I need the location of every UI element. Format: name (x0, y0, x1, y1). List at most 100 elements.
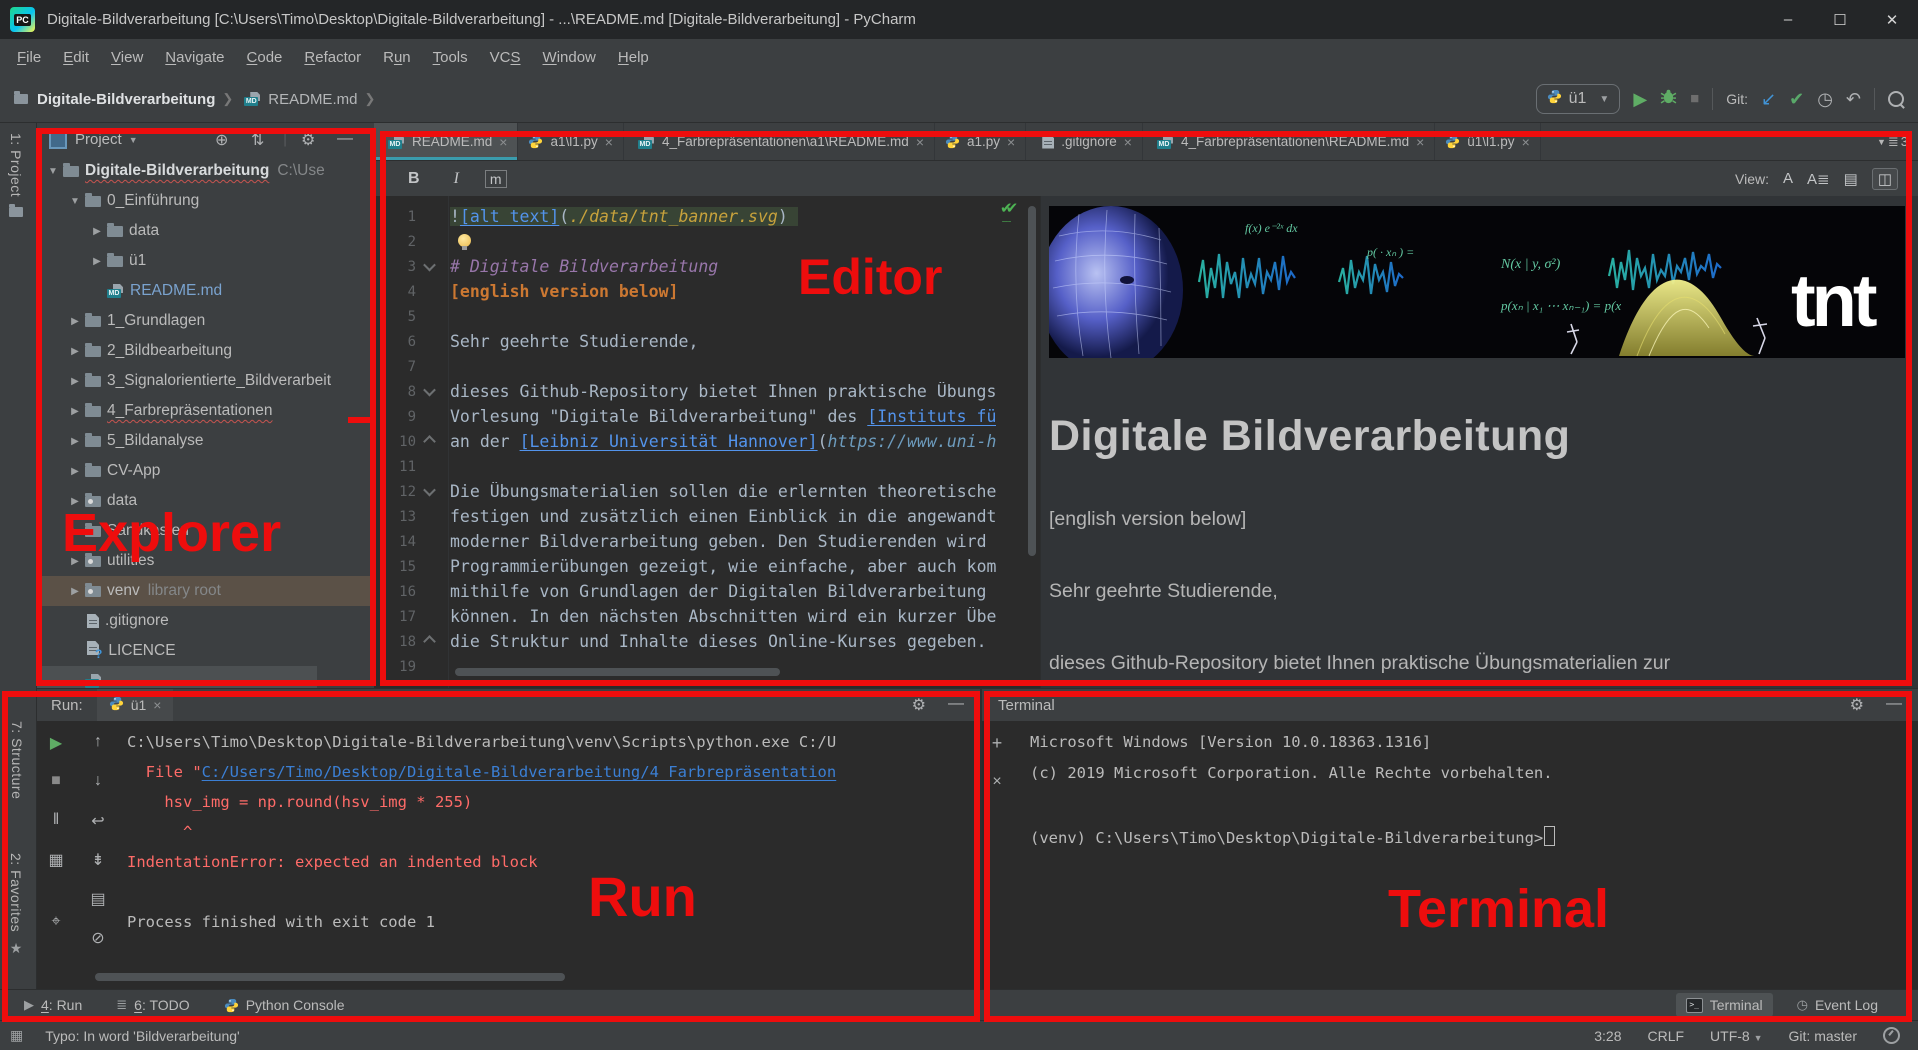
toolwindow-button-python-console[interactable]: Python Console (214, 993, 355, 1017)
console-horizontal-scrollbar[interactable] (95, 973, 565, 981)
view-editor-list-icon[interactable]: A≣ (1807, 170, 1830, 188)
close-icon[interactable]: × (1124, 134, 1132, 150)
breadcrumb-file[interactable]: README.md (268, 91, 357, 108)
intention-bulb-icon[interactable] (458, 234, 471, 247)
fold-marker[interactable] (416, 262, 442, 271)
stop-button[interactable]: ■ (45, 772, 67, 790)
close-icon[interactable]: × (499, 134, 507, 150)
tree-expand-arrow[interactable]: ▶ (69, 526, 81, 537)
menu-item-refactor[interactable]: Refactor (293, 45, 372, 70)
fold-marker[interactable] (416, 487, 442, 496)
tree-row[interactable]: ▶Sandkasten (37, 516, 374, 546)
minimize-button[interactable]: – (1762, 0, 1814, 39)
status-message[interactable]: Typo: In word 'Bildverarbeitung' (45, 1028, 239, 1044)
tree-row[interactable]: MDREADME.md (37, 666, 374, 688)
hide-panel-icon[interactable]: — (1886, 695, 1902, 715)
tree-row[interactable]: ▶4_Farbrepräsentationen (37, 396, 374, 426)
line-ending-indicator[interactable]: CRLF (1647, 1028, 1684, 1044)
search-everywhere-icon[interactable] (1888, 91, 1904, 107)
tool-window-switcher-icon[interactable]: ▦ (10, 1027, 23, 1044)
editor-tab[interactable]: MD4_Farbrepräsentationen\a1\README.md× (624, 123, 935, 160)
menu-item-run[interactable]: Run (372, 45, 422, 70)
toolwindow-button-4-run[interactable]: ▶4: Run (14, 993, 92, 1017)
hide-panel-icon[interactable]: — (337, 130, 353, 148)
menu-item-file[interactable]: File (6, 45, 52, 70)
tree-row[interactable]: ▶venv library root (37, 576, 374, 606)
tree-row[interactable]: ▶utilities (37, 546, 374, 576)
menu-item-window[interactable]: Window (532, 45, 607, 70)
star-icon[interactable]: ★ (10, 940, 23, 957)
bold-button[interactable]: B (408, 170, 420, 188)
tree-expand-arrow[interactable]: ▶ (69, 376, 81, 387)
tree-row[interactable]: ▶3_Signalorientierte_Bildverarbeit (37, 366, 374, 396)
soft-wrap-button[interactable]: ↩ (87, 811, 109, 831)
git-update-icon[interactable]: ↙ (1761, 90, 1776, 108)
tree-row[interactable]: ▶5_Bildanalyse (37, 426, 374, 456)
view-editor-only-icon[interactable]: A (1783, 170, 1793, 187)
menu-item-navigate[interactable]: Navigate (154, 45, 235, 70)
toolwindow-button-terminal[interactable]: >_Terminal (1676, 993, 1773, 1017)
stripe-structure-button[interactable]: 7: Structure (9, 721, 25, 799)
project-panel-title[interactable]: Project (75, 131, 122, 148)
close-icon[interactable]: × (916, 134, 924, 150)
debug-button[interactable] (1660, 88, 1677, 110)
close-icon[interactable]: × (1416, 134, 1424, 150)
encoding-indicator[interactable]: UTF-8 ▼ (1710, 1028, 1762, 1044)
gear-icon[interactable]: ⚙ (1850, 695, 1864, 715)
menu-item-view[interactable]: View (100, 45, 154, 70)
fold-marker[interactable] (416, 387, 442, 396)
stripe-favorites-button[interactable]: 2: Favorites (8, 853, 24, 932)
view-preview-only-icon[interactable]: ▤ (1844, 170, 1858, 188)
stop-button[interactable]: ■ (1690, 90, 1699, 108)
editor-tab[interactable]: MD4_Farbrepräsentationen\README.md× (1143, 123, 1435, 160)
toolwindow-button-6-todo[interactable]: ≣6: TODO (106, 993, 199, 1017)
gear-icon[interactable]: ⚙ (912, 695, 926, 715)
menu-item-tools[interactable]: Tools (422, 45, 479, 70)
history-icon[interactable]: ◷ (1817, 90, 1833, 108)
hidden-tabs-control[interactable]: ▼≣3 (1867, 123, 1918, 160)
tree-expand-arrow[interactable]: ▼ (69, 196, 81, 207)
menu-item-help[interactable]: Help (607, 45, 660, 70)
editor-horizontal-scrollbar[interactable] (455, 668, 780, 676)
gear-icon[interactable]: ⚙ (301, 130, 315, 150)
editor-tab[interactable]: a1\l1.py× (518, 123, 623, 160)
menu-item-vcs[interactable]: VCS (479, 45, 532, 70)
editor-tab[interactable]: a1.py× (935, 123, 1026, 160)
editor-tab[interactable]: .gitignore× (1026, 123, 1143, 160)
maximize-button[interactable]: ☐ (1814, 0, 1866, 39)
fold-marker[interactable] (416, 437, 442, 446)
pin-tab-button[interactable]: ⌖ (45, 913, 67, 931)
locate-file-icon[interactable]: ⊕ (215, 130, 228, 150)
inspection-profile-icon[interactable] (1883, 1027, 1900, 1044)
view-split-icon[interactable]: ◫ (1872, 168, 1898, 190)
console-file-link[interactable]: C:/Users/Timo/Desktop/Digitale-Bildverar… (202, 763, 837, 781)
close-icon[interactable]: × (153, 697, 161, 713)
tree-row[interactable]: MDREADME.md (37, 276, 374, 306)
tree-row[interactable]: ▼0_Einführung (37, 186, 374, 216)
restore-layout-button[interactable]: ▦ (45, 850, 67, 870)
tree-row[interactable]: ▶data (37, 486, 374, 516)
tree-expand-arrow[interactable]: ▶ (69, 316, 81, 327)
tree-expand-arrow[interactable]: ▶ (69, 556, 81, 567)
tree-expand-arrow[interactable]: ▶ (69, 586, 81, 597)
chevron-down-icon[interactable]: ▼ (129, 135, 138, 145)
tree-row[interactable]: ?LICENCE (37, 636, 374, 666)
tree-expand-arrow[interactable]: ▶ (69, 406, 81, 417)
run-tab[interactable]: ü1 × (97, 689, 174, 721)
fold-marker[interactable] (416, 637, 442, 646)
git-branch-indicator[interactable]: Git: master (1789, 1028, 1857, 1044)
rerun-button[interactable]: ▶ (45, 733, 67, 753)
close-button[interactable]: ✕ (1866, 0, 1918, 39)
editor-tab[interactable]: MDREADME.md× (374, 123, 518, 160)
menu-item-code[interactable]: Code (236, 45, 294, 70)
italic-button[interactable]: I (454, 170, 459, 188)
editor-tab[interactable]: ü1\l1.py× (1435, 123, 1540, 160)
toolwindow-button-event-log[interactable]: ◷Event Log (1787, 993, 1888, 1017)
rollback-icon[interactable]: ↶ (1846, 90, 1861, 108)
menu-item-edit[interactable]: Edit (52, 45, 100, 70)
close-icon[interactable]: × (605, 134, 613, 150)
tree-row[interactable]: ▶1_Grundlagen (37, 306, 374, 336)
tree-row[interactable]: ▶2_Bildbearbeitung (37, 336, 374, 366)
run-configuration-selector[interactable]: ü1 ▼ (1536, 84, 1621, 114)
tree-row[interactable]: .gitignore (37, 606, 374, 636)
